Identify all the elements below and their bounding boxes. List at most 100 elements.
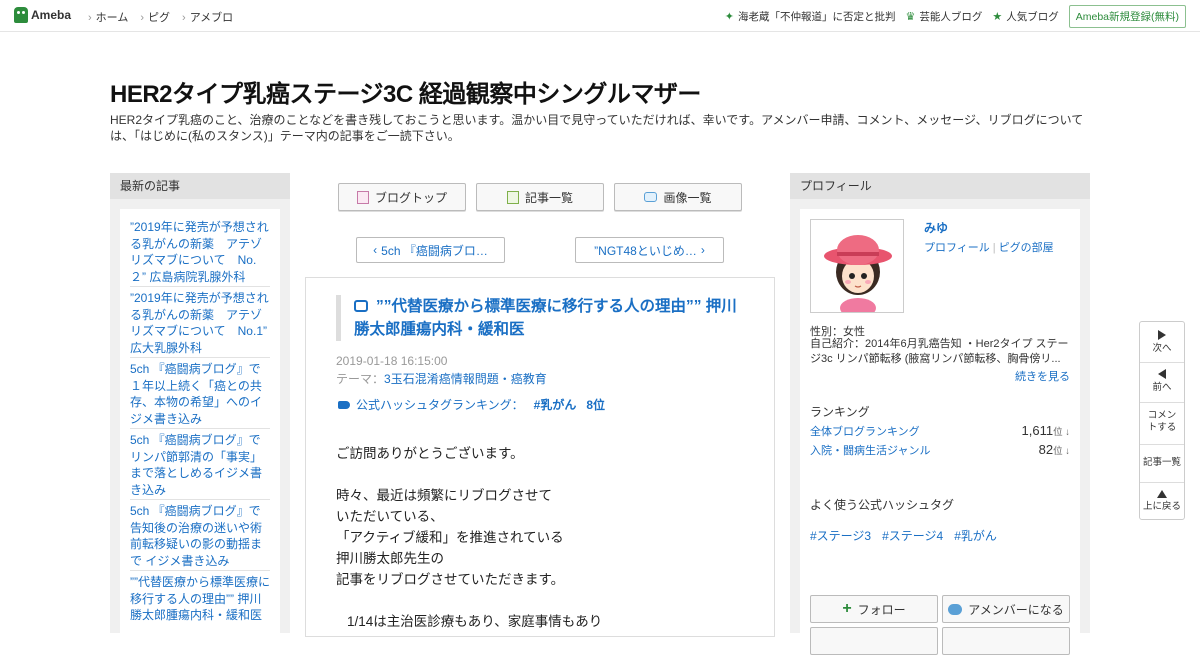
ranking-value: 82 xyxy=(1038,442,1054,457)
body-line: いただいている、 xyxy=(336,509,444,524)
divider xyxy=(130,570,270,571)
divider xyxy=(130,428,270,429)
recent-articles-list: ”2019年に発売が予想される乳がんの新薬 アテゾリズマブについて No.２” … xyxy=(120,209,280,649)
arrow-up-icon xyxy=(1157,490,1167,498)
recent-article-link[interactable]: 5ch 『癌闘病ブログ』で告知後の治療の迷いや術前転移疑いの影の動揺まで イジメ… xyxy=(130,503,270,569)
body-line: 「アクティブ緩和」を推進されている xyxy=(336,530,564,545)
profile-panel: プロフィール みゆ プロフィール | ピグの部屋 性別：女性 自己紹介：2014… xyxy=(790,173,1090,655)
more-button[interactable] xyxy=(810,627,938,655)
body-line: 時々、最近は頻繁にリブログさせて xyxy=(336,488,552,503)
profile-box: みゆ プロフィール | ピグの部屋 性別：女性 自己紹介：2014年6月乳癌告知 ・… xyxy=(800,209,1080,655)
blog-description: HER2タイプ乳癌のこと、治療のことなどを書き残しておこうと思います。温かい目で… xyxy=(110,113,1084,143)
camera-icon xyxy=(644,192,658,202)
body-line: ご訪問ありがとうございます。 xyxy=(336,446,524,461)
recent-article-link[interactable]: ”2019年に発売が予想される乳がんの新薬 アテゾリズマブについて No.２” … xyxy=(130,219,270,285)
recent-articles-panel: 最新の記事 ”2019年に発売が予想される乳がんの新薬 アテゾリズマブについて … xyxy=(110,173,290,649)
hashtag-link[interactable]: #ステージ3 xyxy=(810,527,871,544)
next-article-button[interactable]: ”NGT48といじめ… › xyxy=(575,237,724,263)
celebrity-blog-link[interactable]: ♛ 芸能人ブログ xyxy=(905,9,982,24)
register-button[interactable]: Ameba新規登録(無料) xyxy=(1068,5,1186,28)
amember-button[interactable]: アメンバーになる xyxy=(942,595,1070,623)
article: ””代替医療から標準医療に移行する人の理由”” 押川勝太郎腫瘍内科・緩和医 20… xyxy=(305,277,775,637)
avatar[interactable] xyxy=(810,219,904,313)
blog-top-icon xyxy=(356,190,369,204)
body-line: 1/14は主治医診療もあり、家庭事情もあり xyxy=(347,614,603,629)
news-link[interactable]: ✦ 海老蔵「不仲報道」に否定と批判 xyxy=(725,9,896,24)
ranking-row: 入院・闘病生活ジャンル 82位 ↓ xyxy=(810,442,1070,458)
hashtag-list: #ステージ3 #ステージ4 #乳がん xyxy=(810,527,997,544)
recent-article-link[interactable]: 5ch 『癌闘病ブログ』でリンパ節郭清の「事実」まで落としめるイジメ書き込み xyxy=(130,432,270,498)
body-line: 記事をリブログさせていただきます。 xyxy=(336,572,565,587)
top-nav: ホーム ピグ アメブロ xyxy=(88,9,233,25)
article-date: 2019-01-18 16:15:00 xyxy=(336,354,448,368)
image-list-button[interactable]: 画像一覧 xyxy=(614,183,742,211)
genre-ranking-link[interactable]: 入院・闘病生活ジャンル xyxy=(810,442,930,458)
ranking-value: 1,611 xyxy=(1021,423,1054,438)
blog-title[interactable]: HER2タイプ乳癌ステージ3C 経過観察中シングルマザー xyxy=(110,74,701,109)
body-line xyxy=(336,464,756,485)
hashtags-heading: よく使う公式ハッシュタグ xyxy=(810,498,955,512)
float-prev-button[interactable]: 前へ xyxy=(1140,369,1184,394)
float-next-button[interactable]: 次へ xyxy=(1140,330,1184,355)
chevron-right-icon: › xyxy=(700,243,705,257)
blog-top-button[interactable]: ブログトップ xyxy=(338,183,466,211)
recent-article-link[interactable]: ”2019年に発売が予想される乳がんの新薬 アテゾリズマブについて No.1” … xyxy=(130,290,270,356)
body-line: 押川勝太郎先生の xyxy=(336,551,444,566)
nav-home[interactable]: ホーム xyxy=(88,9,129,25)
ranking-heading: ランキング xyxy=(810,405,870,419)
top-right-links: ✦ 海老蔵「不仲報道」に否定と批判 ♛ 芸能人ブログ ★ 人気ブログ Ameba… xyxy=(725,5,1186,28)
article-list-icon xyxy=(506,190,519,204)
hashtag: #乳がん xyxy=(533,398,577,412)
article-theme: テーマ：3玉石混淆癌情報問題・癌教育 xyxy=(336,372,547,386)
overall-ranking-link[interactable]: 全体ブログランキング xyxy=(810,423,920,439)
theme-link[interactable]: 3玉石混淆癌情報問題・癌教育 xyxy=(384,372,547,386)
crown-icon: ♛ xyxy=(905,11,916,23)
floating-nav: 次へ 前へ コメントする 記事一覧 上に戻る xyxy=(1139,321,1185,520)
divider xyxy=(130,499,270,500)
arrow-right-icon xyxy=(1158,330,1166,340)
arrow-left-icon xyxy=(1158,369,1166,379)
reblog-icon xyxy=(354,300,368,312)
more-button[interactable] xyxy=(942,627,1070,655)
tag-icon xyxy=(338,400,350,409)
ameba-logo[interactable]: Ameba xyxy=(14,7,71,23)
hashtag-ranking[interactable]: 公式ハッシュタグランキング： #乳がん 8位 xyxy=(338,396,605,413)
hashtag-rank: 8位 xyxy=(586,398,606,412)
chat-icon xyxy=(948,603,963,615)
ranking-row: 全体ブログランキング 1,611位 ↓ xyxy=(810,423,1070,439)
top-bar: Ameba ホーム ピグ アメブロ ✦ 海老蔵「不仲報道」に否定と批判 ♛ 芸能… xyxy=(0,0,1200,32)
divider xyxy=(130,286,270,287)
profile-links: プロフィール | ピグの部屋 xyxy=(924,242,1054,254)
article-list-button[interactable]: 記事一覧 xyxy=(476,183,604,211)
float-list-button[interactable]: 記事一覧 xyxy=(1140,457,1184,469)
article-body: ご訪問ありがとうございます。 時々、最近は頻繁にリブログさせて いただいている、… xyxy=(336,443,756,632)
pig-room-link[interactable]: ピグの部屋 xyxy=(999,242,1054,254)
nav-ameblo[interactable]: アメブロ xyxy=(182,9,233,25)
hashtag-link[interactable]: #乳がん xyxy=(954,527,997,544)
divider xyxy=(130,357,270,358)
profile-link[interactable]: プロフィール xyxy=(924,242,990,254)
recent-article-link[interactable]: 5ch 『癌闘病ブログ』で１年以上続く「癌との共存、本物の希望」へのイジメ書き込… xyxy=(130,361,270,427)
hashtag-link[interactable]: #ステージ4 xyxy=(882,527,943,544)
recent-articles-heading: 最新の記事 xyxy=(110,173,290,199)
float-top-button[interactable]: 上に戻る xyxy=(1140,490,1184,513)
plus-icon: + xyxy=(842,600,852,617)
read-more-link[interactable]: 続きを見る xyxy=(1015,368,1070,384)
popular-blog-link[interactable]: ★ 人気ブログ xyxy=(992,9,1058,24)
article-title[interactable]: ””代替医療から標準医療に移行する人の理由”” 押川勝太郎腫瘍内科・緩和医 xyxy=(354,295,746,341)
article-title-block: ””代替医療から標準医療に移行する人の理由”” 押川勝太郎腫瘍内科・緩和医 xyxy=(336,295,746,341)
sparkle-icon: ✦ xyxy=(724,11,734,23)
follow-button[interactable]: + フォロー xyxy=(810,595,938,623)
nav-pig[interactable]: ピグ xyxy=(140,9,170,25)
recent-article-link[interactable]: ””代替医療から標準医療に移行する人の理由”” 押川勝太郎腫瘍内科・緩和医 xyxy=(130,574,270,624)
chevron-left-icon: ‹ xyxy=(373,243,378,257)
star-icon: ★ xyxy=(992,11,1003,23)
profile-name[interactable]: みゆ xyxy=(924,219,948,236)
ameba-logo-icon xyxy=(14,7,28,23)
float-comment-button[interactable]: コメントする xyxy=(1140,410,1184,434)
profile-intro: 自己紹介：2014年6月乳癌告知 ・Her2タイプ ステージ3c リンパ節転移 … xyxy=(810,338,1069,365)
body-line xyxy=(336,590,756,611)
profile-heading: プロフィール xyxy=(790,173,1090,199)
prev-article-button[interactable]: ‹ 5ch 『癌闘病ブロ… xyxy=(356,237,505,263)
avatar-image xyxy=(811,220,903,312)
